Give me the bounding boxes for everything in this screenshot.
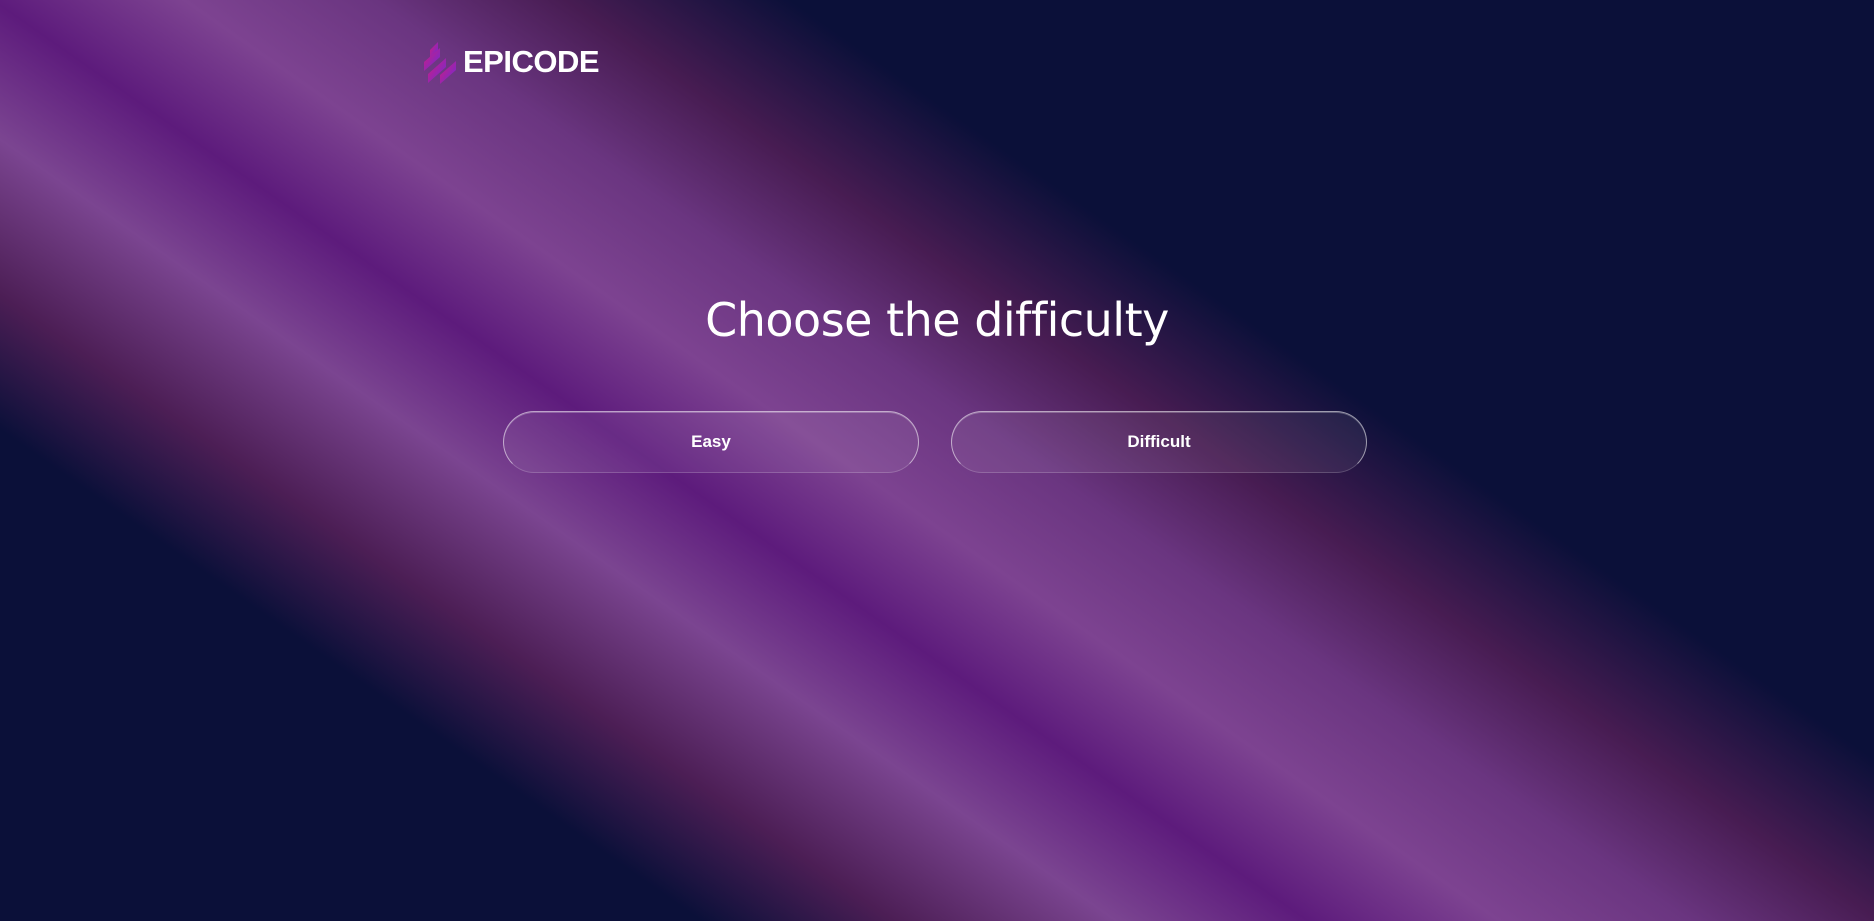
epicode-logo-icon <box>424 42 456 84</box>
page-title: Choose the difficulty <box>705 293 1169 347</box>
difficulty-options: Easy Difficult <box>503 411 1367 473</box>
easy-button[interactable]: Easy <box>503 411 919 473</box>
brand-name[interactable]: EPICODE <box>463 40 600 84</box>
difficult-button[interactable]: Difficult <box>951 411 1367 473</box>
site-header: EPICODE <box>420 40 600 84</box>
